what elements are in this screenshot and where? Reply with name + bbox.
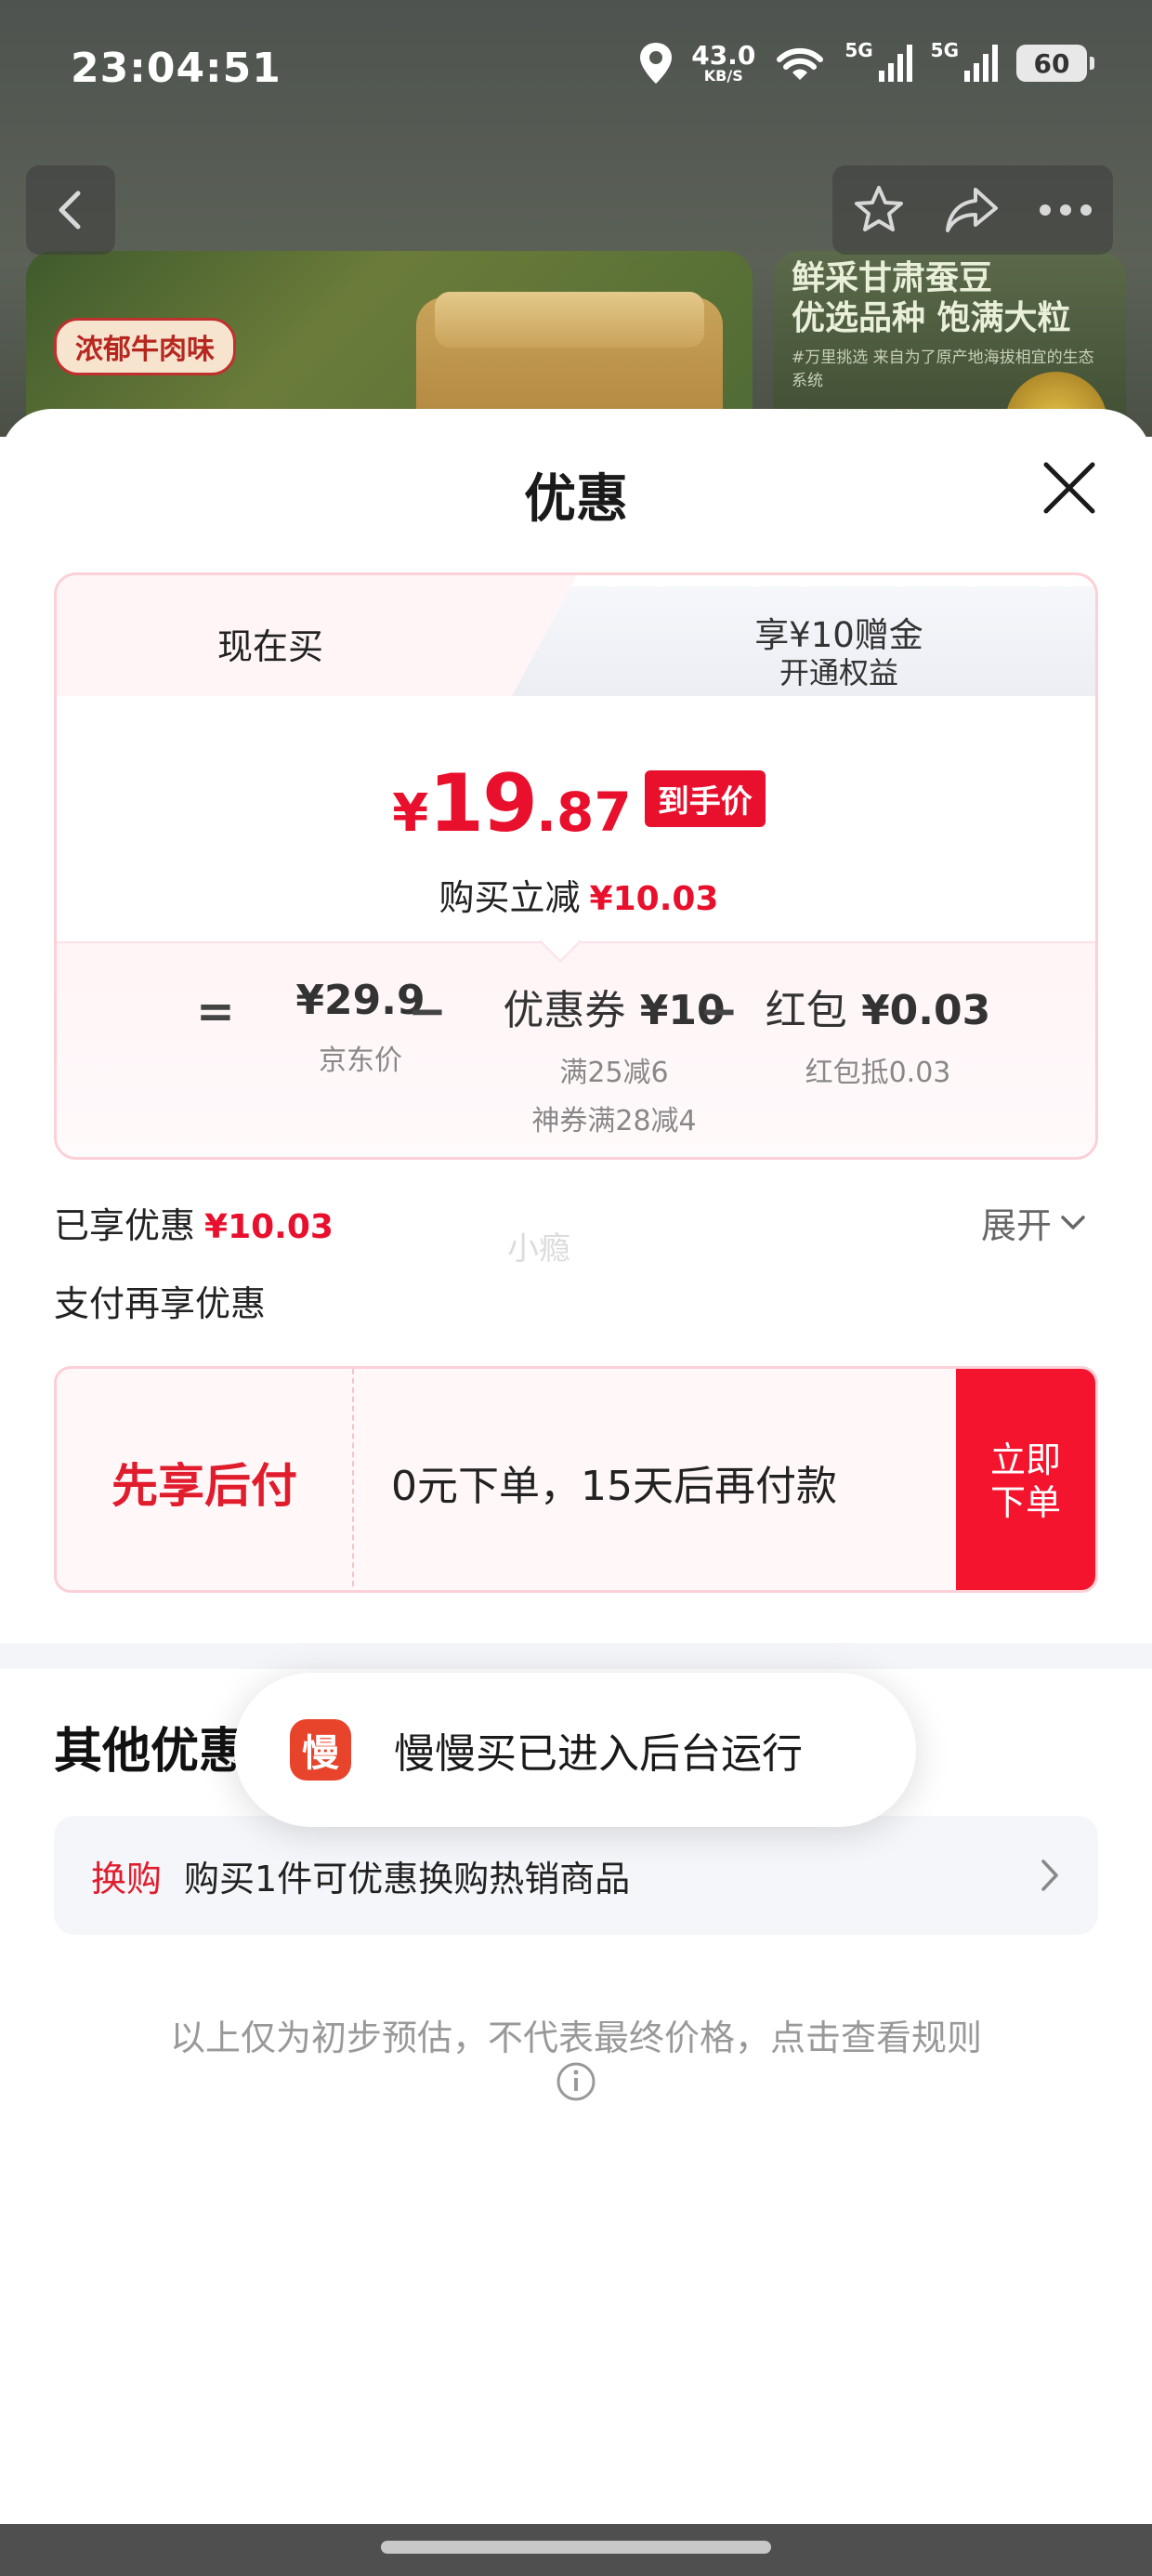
- expand-label: 展开: [981, 1205, 1053, 1246]
- net-speed-unit: KB/S: [703, 67, 743, 85]
- back-icon: [59, 191, 81, 230]
- chevron-down-icon: [1061, 1215, 1085, 1229]
- price-integer: 19: [428, 757, 538, 850]
- section-divider: [0, 1643, 1152, 1669]
- enjoyed-amount: ¥10.03: [204, 1208, 334, 1246]
- net-speed: 43.0 KB/S: [691, 43, 755, 84]
- redpacket-item: 红包 ¥0.03 红包抵0.03: [748, 977, 1008, 1090]
- coupon-label: 优惠券: [503, 987, 626, 1034]
- close-icon: [1043, 462, 1095, 514]
- redpacket-label: 红包: [765, 987, 847, 1034]
- expand-button[interactable]: 展开: [981, 1197, 1087, 1248]
- product-image-title-1: 鲜采甘肃蚕豆: [792, 259, 993, 297]
- signal-1-label: 5G: [844, 39, 873, 61]
- product-flavor-tag: 浓郁牛肉味: [54, 318, 236, 375]
- redpacket-rule: 红包抵0.03: [805, 1057, 951, 1089]
- wifi-icon: [777, 47, 824, 80]
- instant-reduce-amount: ¥10.03: [589, 880, 719, 918]
- battery-icon: 60: [1016, 45, 1094, 82]
- location-icon: [640, 43, 673, 84]
- signal-icon: [878, 45, 912, 82]
- discount-sheet: 优惠 享¥10赠金 开通权益 现在买 ¥19.87 到手价 购买立减 ¥10.03: [0, 409, 1152, 2576]
- order-now-line2: 下单: [989, 1482, 1061, 1523]
- price-card-body: ¥19.87 到手价 购买立减 ¥10.03 = ¥29.9 京东价 − 优惠券 …: [57, 696, 1095, 1157]
- top-action-bar: [832, 165, 1113, 255]
- enjoyed-label: 已享优惠: [54, 1205, 196, 1246]
- tab-buy-now[interactable]: 现在买: [57, 575, 577, 696]
- redpacket-amount: ¥0.03: [861, 987, 991, 1034]
- back-button[interactable]: [26, 165, 115, 255]
- final-price-badge: 到手价: [644, 770, 766, 827]
- pay-more-label: 支付再享优惠: [54, 1283, 267, 1324]
- share-icon[interactable]: [944, 184, 1000, 236]
- background-run-toast: 慢 慢慢买已进入后台运行: [234, 1673, 916, 1827]
- pay-later-title: 先享后付: [57, 1369, 354, 1590]
- more-icon[interactable]: [1038, 203, 1093, 217]
- minus-sign: −: [700, 984, 739, 1038]
- tab-benefits-line1: 享¥10赠金: [754, 615, 923, 655]
- jd-price-label: 京东价: [319, 1045, 402, 1077]
- star-icon[interactable]: [852, 183, 906, 237]
- home-indicator[interactable]: [381, 2541, 771, 2554]
- tab-buy-now-label: 现在买: [216, 626, 323, 667]
- status-icons: 43.0 KB/S 5G 5G 60: [637, 39, 1094, 85]
- toast-text: 慢慢买已进入后台运行: [394, 1730, 803, 1778]
- order-now-button[interactable]: 立即 下单: [956, 1369, 1095, 1590]
- status-time: 23:04:51: [71, 45, 281, 92]
- price-card: 享¥10赠金 开通权益 现在买 ¥19.87 到手价 购买立减 ¥10.03 = …: [54, 572, 1098, 1160]
- app-logo-icon: 慢: [290, 1719, 351, 1781]
- sheet-title: 优惠: [524, 469, 628, 530]
- minus-sign: −: [408, 984, 447, 1038]
- instant-reduce-label: 购买立减: [439, 877, 581, 918]
- equals-sign: =: [196, 984, 235, 1038]
- redpacket-value: 红包 ¥0.03: [748, 977, 1008, 1036]
- signal-2-label: 5G: [930, 39, 959, 61]
- pay-later-desc: 0元下单，15天后再付款: [391, 1463, 837, 1510]
- close-button[interactable]: [1039, 457, 1100, 519]
- swap-text: 购买1件可优惠换购热销商品: [184, 1858, 631, 1899]
- price-breakdown: = ¥29.9 京东价 − 优惠券 ¥10 满25减6 神券满28减4 − 红包…: [57, 941, 1095, 1157]
- signal-icon: [964, 45, 998, 82]
- price-symbol: ¥: [392, 783, 429, 844]
- other-offers-title: 其他优惠: [54, 1724, 248, 1780]
- tab-benefits-line2: 开通权益: [779, 654, 898, 690]
- product-image-title-2: 优选品种 饱满大粒: [792, 299, 1071, 338]
- coupon-rule-1: 满25减6: [559, 1057, 669, 1089]
- product-jar-lid: [435, 292, 704, 348]
- swap-tag: 换购: [91, 1858, 163, 1899]
- pay-later-card[interactable]: 先享后付 0元下单，15天后再付款 立即 下单: [54, 1366, 1098, 1593]
- net-speed-value: 43.0: [691, 40, 756, 71]
- status-bar: 23:04:51 43.0 KB/S 5G 5G 60: [0, 0, 1152, 139]
- disclaimer-link[interactable]: 以上仅为初步预估，不代表最终价格，点击查看规则: [0, 2009, 1152, 2060]
- watermark: 小瘾: [507, 1230, 570, 1268]
- chevron-right-icon: [1041, 1860, 1058, 1891]
- enjoyed-discount: 已享优惠 ¥10.03: [54, 1197, 334, 1248]
- order-now-line1: 立即: [989, 1439, 1061, 1481]
- final-price: ¥19.87: [392, 757, 631, 850]
- info-icon[interactable]: [556, 2061, 596, 2102]
- tab-benefits-label: 享¥10赠金 开通权益: [577, 615, 1095, 690]
- swap-offer-row[interactable]: 换购 购买1件可优惠换购热销商品: [54, 1816, 1098, 1935]
- final-price-row: ¥19.87 到手价: [57, 757, 1095, 850]
- instant-reduce: 购买立减 ¥10.03: [57, 869, 1095, 920]
- coupon-rule-2: 神券满28减4: [531, 1105, 697, 1137]
- price-decimal: .87: [535, 781, 632, 844]
- price-tabs: 享¥10赠金 开通权益 现在买: [57, 575, 1095, 696]
